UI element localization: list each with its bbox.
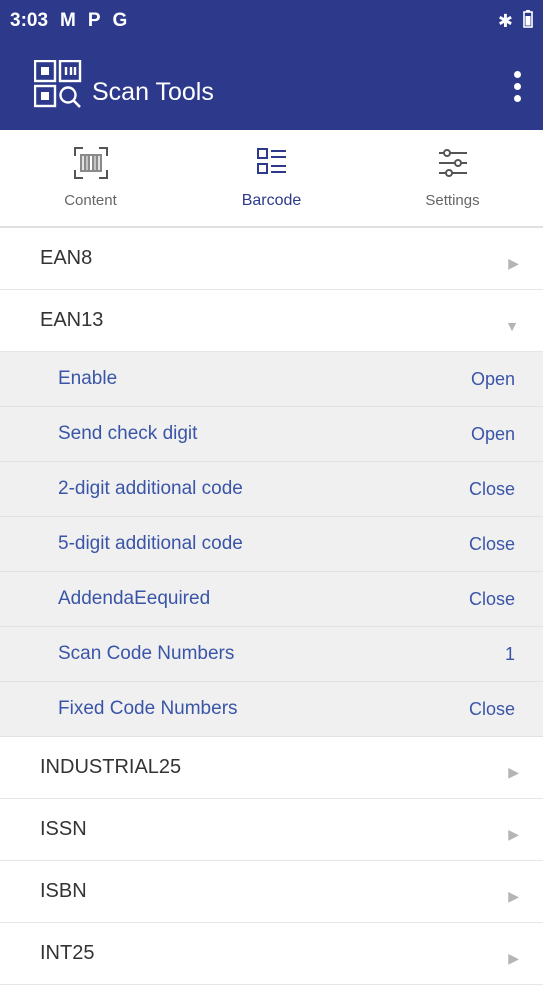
- overflow-menu-icon[interactable]: [510, 63, 525, 110]
- app-bar-left: Scan Tools: [33, 59, 214, 113]
- barcode-row-isbn[interactable]: ISBN ▶: [0, 861, 543, 923]
- setting-enable[interactable]: Enable Open: [0, 352, 543, 407]
- barcode-label: EAN13: [40, 309, 104, 331]
- setting-label: 5-digit additional code: [58, 533, 243, 554]
- setting-label: 2-digit additional code: [58, 478, 243, 499]
- status-bar: 3:03 M P G ✱: [0, 0, 543, 42]
- battery-icon: [523, 9, 533, 33]
- status-right: ✱: [497, 9, 533, 33]
- expand-arrow-icon: ▶: [508, 255, 519, 271]
- setting-5-digit-additional-code[interactable]: 5-digit additional code Close: [0, 517, 543, 572]
- setting-label: Fixed Code Numbers: [58, 698, 238, 719]
- ean13-settings: Enable Open Send check digit Open 2-digi…: [0, 352, 543, 737]
- setting-value: Open: [470, 423, 515, 444]
- setting-value: Close: [468, 698, 515, 719]
- setting-fixed-code-numbers[interactable]: Fixed Code Numbers Close: [0, 682, 543, 737]
- barcode-label: INDUSTRIAL25: [40, 756, 182, 778]
- tab-settings-label: Settings: [425, 192, 480, 209]
- setting-label: AddendaEequired: [58, 588, 211, 609]
- setting-label: Enable: [58, 368, 118, 389]
- tab-barcode[interactable]: Barcode: [197, 147, 347, 210]
- setting-label: Scan Code Numbers: [58, 643, 235, 664]
- menu-dot: [514, 70, 521, 78]
- barcode-row-ean8[interactable]: EAN8 ▶: [0, 228, 543, 290]
- expand-arrow-icon: ▶: [508, 826, 519, 842]
- expand-arrow-icon: ▶: [508, 764, 519, 780]
- setting-addenda-required[interactable]: AddendaEequired Close: [0, 572, 543, 627]
- barcode-label: EAN8: [40, 247, 93, 269]
- status-indicator-m: M: [60, 10, 76, 31]
- tab-barcode-label: Barcode: [241, 191, 302, 209]
- status-time: 3:03: [10, 10, 49, 31]
- setting-value: Close: [468, 533, 515, 554]
- tab-content[interactable]: Content: [16, 147, 166, 209]
- tab-content-label: Content: [64, 192, 117, 209]
- barcode-label: INT25: [40, 942, 95, 964]
- scan-tools-logo-icon: [33, 59, 84, 113]
- barcode-row-issn[interactable]: ISSN ▶: [0, 799, 543, 861]
- barcode-row-ean13[interactable]: EAN13 ▼: [0, 290, 543, 352]
- setting-scan-code-numbers[interactable]: Scan Code Numbers 1: [0, 627, 543, 682]
- setting-send-check-digit[interactable]: Send check digit Open: [0, 407, 543, 462]
- app-title: Scan Tools: [92, 77, 214, 106]
- app-bar: Scan Tools: [0, 42, 543, 130]
- collapse-arrow-icon: ▼: [505, 317, 519, 334]
- barcode-row-int25[interactable]: INT25 ▶: [0, 923, 543, 985]
- barcode-list: EAN8 ▶ EAN13 ▼ Enable Open Send check di…: [0, 228, 543, 985]
- tab-settings[interactable]: Settings: [378, 147, 528, 209]
- setting-value: 1: [504, 643, 515, 664]
- tab-bar: Content Barcode Settings: [0, 130, 543, 228]
- settings-sliders-icon: [437, 147, 469, 184]
- status-left: 3:03 M P G: [10, 10, 127, 32]
- content-scan-icon: [73, 147, 108, 184]
- setting-2-digit-additional-code[interactable]: 2-digit additional code Close: [0, 462, 543, 517]
- setting-value: Close: [468, 478, 515, 499]
- status-indicator-g: G: [112, 10, 128, 31]
- barcode-label: ISSN: [40, 818, 87, 840]
- bluetooth-icon: ✱: [497, 10, 513, 31]
- menu-dot: [514, 82, 521, 90]
- barcode-row-industrial25[interactable]: INDUSTRIAL25 ▶: [0, 737, 543, 799]
- barcode-list-icon: [256, 147, 288, 184]
- setting-value: Close: [468, 588, 515, 609]
- expand-arrow-icon: ▶: [508, 888, 519, 904]
- setting-label: Send check digit: [58, 423, 198, 444]
- barcode-label: ISBN: [40, 880, 87, 902]
- menu-dot: [514, 94, 521, 102]
- setting-value: Open: [470, 368, 515, 389]
- status-indicator-p: P: [87, 10, 101, 31]
